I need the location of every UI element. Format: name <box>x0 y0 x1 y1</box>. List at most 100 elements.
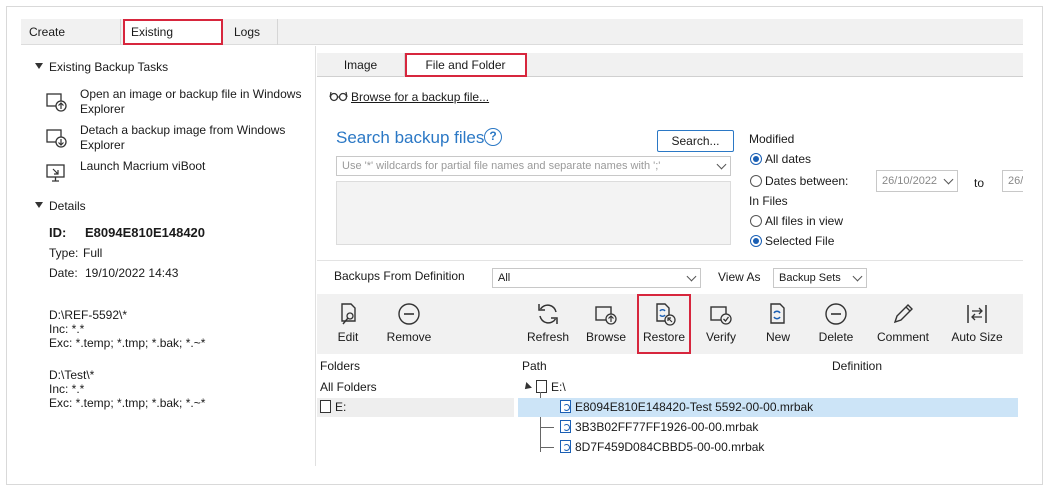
definition-select-value: All <box>498 272 511 284</box>
browse-button[interactable]: Browse <box>581 294 631 354</box>
modified-label: Modified <box>749 132 795 146</box>
file-row[interactable]: 3B3B02FF77FF1926-00-00.mrbak <box>560 420 758 434</box>
browse-backup-link[interactable]: Browse for a backup file... <box>351 90 489 104</box>
search-button[interactable]: Search... <box>657 130 734 152</box>
date-label: Date: <box>49 266 78 280</box>
tab-existing-backups[interactable]: Existing Backups <box>123 19 223 65</box>
type-label: Type: <box>49 246 79 260</box>
delete-label: Delete <box>818 330 854 344</box>
drive-icon <box>320 400 331 413</box>
tree-connector <box>540 447 554 448</box>
date-from-picker[interactable]: 26/10/2022 <box>876 170 958 192</box>
view-tab-bar: Image File and Folder <box>317 53 1023 77</box>
glasses-icon <box>329 89 349 103</box>
in-files-label: In Files <box>749 194 788 208</box>
edit-button[interactable]: Edit <box>325 294 371 354</box>
task-launch-viboot[interactable]: Launch Macrium viBoot <box>80 159 205 174</box>
filter-include: Inc: *.* <box>49 322 85 336</box>
file-name: 3B3B02FF77FF1926-00-00.mrbak <box>575 420 759 434</box>
tab-file-and-folder[interactable]: File and Folder <box>405 53 527 77</box>
date-to-value: 26/ <box>1008 175 1023 187</box>
delete-button[interactable]: Delete <box>811 294 861 354</box>
search-results-box[interactable] <box>336 181 731 245</box>
browse-label: Browse <box>585 330 626 344</box>
task-open-line2: Explorer <box>80 102 125 116</box>
comment-label: Comment <box>876 330 929 344</box>
definition-column-header[interactable]: Definition <box>832 359 882 373</box>
tab-create-backups[interactable]: Create Backups <box>21 19 121 65</box>
filter-path: D:\REF-5592\* <box>49 308 128 322</box>
tab-logs[interactable]: Logs <box>226 19 278 45</box>
chevron-down-icon[interactable] <box>852 271 863 282</box>
search-input[interactable]: Use '*' wildcards for partial file names… <box>336 156 731 176</box>
chevron-down-icon[interactable] <box>686 271 697 282</box>
tab-image[interactable]: Image <box>317 53 405 77</box>
remove-label: Remove <box>386 330 432 344</box>
edit-icon <box>341 303 356 325</box>
date-from-value: 26/10/2022 <box>882 175 938 187</box>
tree-root[interactable]: E:\ <box>522 380 566 394</box>
edit-label: Edit <box>337 330 359 344</box>
id-value: E8094E810E148420 <box>85 225 206 240</box>
verify-label: Verify <box>705 330 736 344</box>
path-column-header[interactable]: Path <box>522 359 547 373</box>
remove-button[interactable]: Remove <box>383 294 435 354</box>
verify-button[interactable]: Verify <box>697 294 745 354</box>
backup-file-icon <box>560 400 571 413</box>
chevron-down-icon[interactable] <box>943 174 954 185</box>
date-value: 19/10/2022 14:43 <box>85 266 179 280</box>
file-row[interactable]: E8094E810E148420-Test 5592-00-00.mrbak <box>560 400 813 414</box>
tree-connector <box>540 427 554 428</box>
radio-selected-file[interactable] <box>750 235 762 247</box>
tasks-header-label: Existing Backup Tasks <box>49 60 169 74</box>
definition-select[interactable]: All <box>492 268 701 288</box>
radio-all-files[interactable] <box>750 215 762 227</box>
search-placeholder: Use '*' wildcards for partial file names… <box>342 160 661 172</box>
backup-file-icon <box>560 420 571 433</box>
file-name: 8D7F459D084CBBD5-00-00.mrbak <box>575 440 765 454</box>
radio-dates-between[interactable] <box>750 175 762 187</box>
file-row[interactable]: 8D7F459D084CBBD5-00-00.mrbak <box>560 440 764 454</box>
details-section-header[interactable]: Details <box>35 199 86 213</box>
help-icon[interactable]: ? <box>484 128 502 146</box>
filter-exclude: Exc: *.temp; *.tmp; *.bak; *.~* <box>49 336 206 350</box>
task-detach-image[interactable]: Detach a backup image from Windows Explo… <box>80 123 285 153</box>
drive-icon <box>536 380 547 393</box>
refresh-button[interactable]: Refresh <box>523 294 573 354</box>
date-to-picker[interactable]: 26/ <box>1002 170 1023 192</box>
folders-column-header[interactable]: Folders <box>320 359 360 373</box>
selected-file-label: Selected File <box>765 234 835 248</box>
task-open-in-explorer[interactable]: Open an image or backup file in Windows … <box>80 87 301 117</box>
viboot-icon <box>45 162 67 184</box>
type-value: Full <box>83 246 103 260</box>
view-as-label: View As <box>718 270 761 284</box>
all-folders-item[interactable]: All Folders <box>320 380 377 394</box>
tasks-section-header[interactable]: Existing Backup Tasks <box>35 60 168 74</box>
auto-size-button[interactable]: Auto Size <box>949 294 1005 354</box>
comment-button[interactable]: Comment <box>871 294 935 354</box>
drive-label: E: <box>335 400 347 414</box>
task-open-line1: Open an image or backup file in Windows <box>80 87 302 101</box>
detach-icon <box>45 126 67 148</box>
definition-filter-label: Backups From Definition <box>334 269 465 283</box>
restore-label: Restore <box>642 330 686 344</box>
folder-row-selected[interactable] <box>317 398 514 417</box>
view-as-select[interactable]: Backup Sets <box>773 268 867 288</box>
chevron-down-icon[interactable] <box>716 159 727 170</box>
new-label: New <box>765 330 790 344</box>
dates-between-label: Dates between: <box>765 174 849 188</box>
drive-item[interactable]: E: <box>320 400 346 414</box>
expand-arrow-icon[interactable] <box>522 382 532 392</box>
restore-button[interactable]: Restore <box>637 294 691 354</box>
new-button[interactable]: New <box>757 294 799 354</box>
radio-all-dates[interactable] <box>750 153 762 165</box>
left-pane: Existing Backup Tasks Open an image or b… <box>21 46 316 466</box>
view-as-value: Backup Sets <box>779 272 841 284</box>
new-document-icon <box>770 303 785 324</box>
details-header-label: Details <box>49 199 86 213</box>
collapse-triangle-icon <box>35 63 43 69</box>
file-name: E8094E810E148420-Test 5592-00-00.mrbak <box>575 400 814 414</box>
filter-path: D:\Test\* <box>49 368 95 382</box>
task-detach-line2: Explorer <box>80 138 125 152</box>
restore-icon <box>656 303 676 326</box>
